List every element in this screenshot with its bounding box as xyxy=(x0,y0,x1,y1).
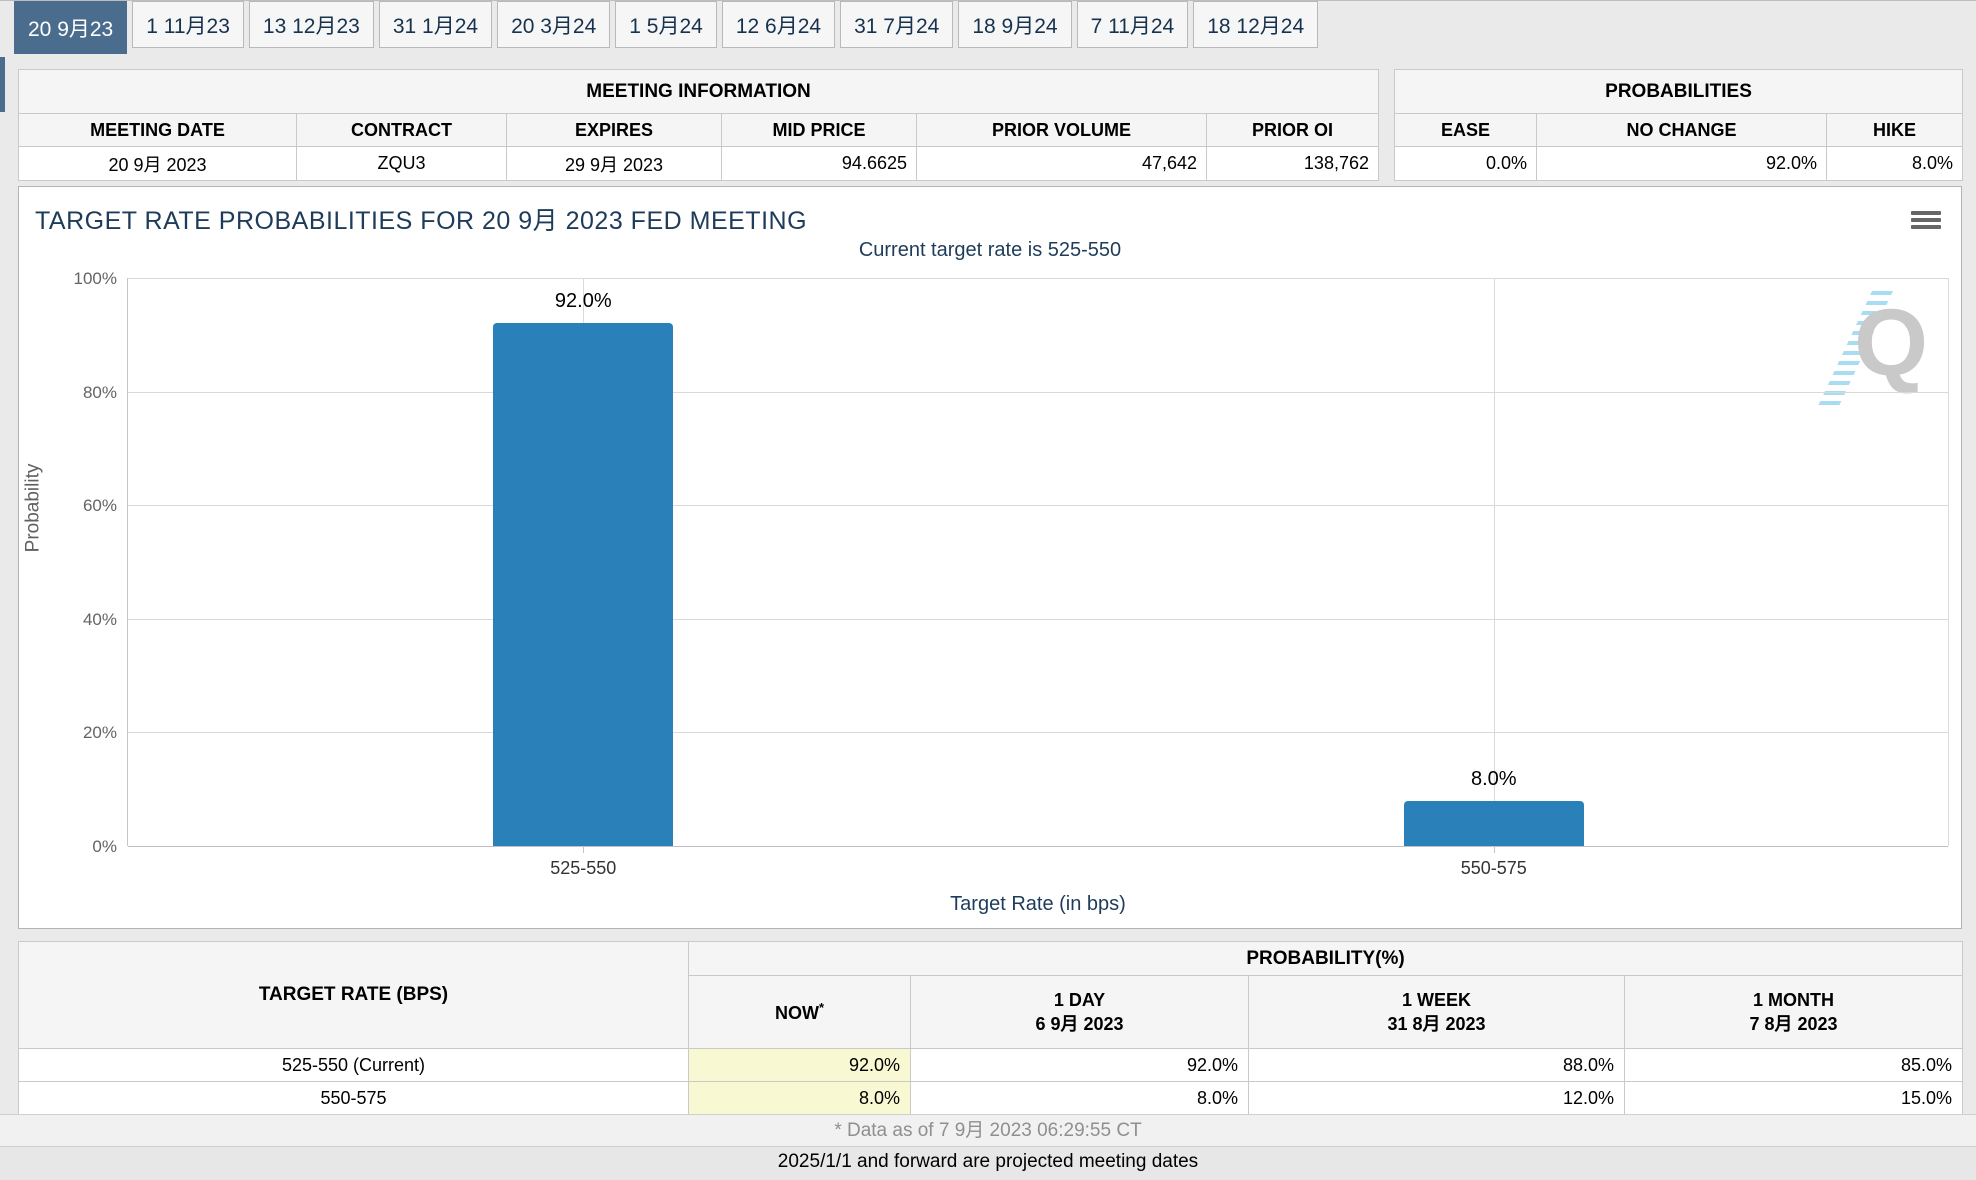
col-hike: HIKE xyxy=(1827,114,1963,147)
bar-value-label-550-575: 8.0% xyxy=(1394,768,1594,791)
y-tick-label-60: 60% xyxy=(47,496,117,516)
x-category-label-525-550: 525-550 xyxy=(473,858,693,879)
probabilities-table: PROBABILITIES EASE NO CHANGE HIKE 0.0% 9… xyxy=(1394,69,1963,181)
tab-meeting-7[interactable]: 12 6月24 xyxy=(722,1,835,48)
now-value: 8.0% xyxy=(689,1082,911,1115)
no-change-value: 92.0% xyxy=(1537,147,1827,181)
hike-value: 8.0% xyxy=(1827,147,1963,181)
col-1-day: 1 DAY6 9月 2023 xyxy=(911,976,1249,1049)
row-header-target-rate-bps: TARGET RATE (BPS) xyxy=(19,942,689,1049)
one-day-value: 92.0% xyxy=(911,1049,1249,1082)
gridline-y-100 xyxy=(128,278,1948,279)
gridline-y-0 xyxy=(128,846,1948,847)
gridline-x-1 xyxy=(1494,278,1495,846)
probability-history-table: TARGET RATE (BPS) PROBABILITY(%) NOW* 1 … xyxy=(18,941,1963,1115)
gridline-plot-right xyxy=(1948,278,1949,846)
y-axis-title: Probability xyxy=(22,464,44,553)
x-tick-1 xyxy=(1494,846,1495,853)
tab-meeting-3[interactable]: 13 12月23 xyxy=(249,1,374,48)
left-edge-accent-top xyxy=(0,57,5,112)
tab-meeting-11[interactable]: 18 12月24 xyxy=(1193,1,1318,48)
bar-550-575[interactable] xyxy=(1404,801,1584,846)
col-expires: EXPIRES xyxy=(507,114,722,147)
ease-value: 0.0% xyxy=(1395,147,1537,181)
mid-price-value: 94.6625 xyxy=(722,147,917,181)
group-header-probability: PROBABILITY(%) xyxy=(689,942,1963,976)
tab-meeting-5[interactable]: 20 3月24 xyxy=(497,1,610,48)
bar-525-550[interactable] xyxy=(493,323,673,846)
meeting-date-tabbar: 20 9月231 11月2313 12月2331 1月2420 3月241 5月… xyxy=(0,0,1976,62)
tab-meeting-6[interactable]: 1 5月24 xyxy=(615,1,717,48)
rate-label: 525-550 (Current) xyxy=(19,1049,689,1082)
one-week-value: 12.0% xyxy=(1249,1082,1625,1115)
data-as-of-note: * Data as of 7 9月 2023 06:29:55 CT xyxy=(0,1114,1976,1147)
tab-meeting-8[interactable]: 31 7月24 xyxy=(840,1,953,48)
rate-label: 550-575 xyxy=(19,1082,689,1115)
tab-meeting-10[interactable]: 7 11月24 xyxy=(1077,1,1189,48)
meeting-date-value: 20 9月 2023 xyxy=(19,147,297,181)
x-tick-0 xyxy=(583,846,584,853)
probabilities-title: PROBABILITIES xyxy=(1395,70,1963,114)
projected-dates-note: 2025/1/1 and forward are projected meeti… xyxy=(0,1147,1976,1180)
x-category-label-550-575: 550-575 xyxy=(1384,858,1604,879)
y-tick-label-80: 80% xyxy=(47,383,117,403)
col-1-week: 1 WEEK31 8月 2023 xyxy=(1249,976,1625,1049)
x-axis-title: Target Rate (in bps) xyxy=(128,893,1948,916)
tab-meeting-9[interactable]: 18 9月24 xyxy=(958,1,1071,48)
col-ease: EASE xyxy=(1395,114,1537,147)
one-month-value: 85.0% xyxy=(1625,1049,1963,1082)
y-tick-label-100: 100% xyxy=(47,269,117,289)
col-now: NOW* xyxy=(689,976,911,1049)
contract-value: ZQU3 xyxy=(297,147,507,181)
gridline-y-40 xyxy=(128,619,1948,620)
bar-value-label-525-550: 92.0% xyxy=(483,290,683,313)
now-asterisk: * xyxy=(819,1000,824,1015)
gridline-y-80 xyxy=(128,392,1948,393)
col-mid-price: MID PRICE xyxy=(722,114,917,147)
one-month-value: 15.0% xyxy=(1625,1082,1963,1115)
watermark-q-letter: Q xyxy=(1854,296,1928,391)
meeting-information-title: MEETING INFORMATION xyxy=(19,70,1379,114)
y-tick-label-20: 20% xyxy=(47,723,117,743)
meeting-information-table: MEETING INFORMATION MEETING DATE CONTRAC… xyxy=(18,69,1379,181)
col-1-month: 1 MONTH7 8月 2023 xyxy=(1625,976,1963,1049)
chart-export-menu-icon[interactable] xyxy=(1911,211,1941,233)
y-tick-label-0: 0% xyxy=(47,837,117,857)
chart-plot-area: Q Target Rate (in bps) 92.0%525-5508.0%5… xyxy=(127,278,1948,846)
meeting-date-tabs: 20 9月231 11月2313 12月2331 1月2420 3月241 5月… xyxy=(14,1,1976,53)
gridline-y-20 xyxy=(128,732,1948,733)
target-rate-probabilities-chart: TARGET RATE PROBABILITIES FOR 20 9月 2023… xyxy=(18,186,1962,929)
table-row-525-550: 525-550 (Current) 92.0% 92.0% 88.0% 85.0… xyxy=(19,1049,1963,1082)
one-week-value: 88.0% xyxy=(1249,1049,1625,1082)
y-tick-label-40: 40% xyxy=(47,610,117,630)
col-meeting-date: MEETING DATE xyxy=(19,114,297,147)
chart-title: TARGET RATE PROBABILITIES FOR 20 9月 2023… xyxy=(35,201,807,237)
table-row-550-575: 550-575 8.0% 8.0% 12.0% 15.0% xyxy=(19,1082,1963,1115)
col-no-change: NO CHANGE xyxy=(1537,114,1827,147)
expires-value: 29 9月 2023 xyxy=(507,147,722,181)
tab-meeting-1[interactable]: 20 9月23 xyxy=(14,1,127,54)
chart-subtitle: Current target rate is 525-550 xyxy=(19,239,1961,262)
one-day-value: 8.0% xyxy=(911,1082,1249,1115)
tab-meeting-4[interactable]: 31 1月24 xyxy=(379,1,492,48)
now-value: 92.0% xyxy=(689,1049,911,1082)
prior-oi-value: 138,762 xyxy=(1207,147,1379,181)
prior-volume-value: 47,642 xyxy=(917,147,1207,181)
col-prior-oi: PRIOR OI xyxy=(1207,114,1379,147)
col-prior-volume: PRIOR VOLUME xyxy=(917,114,1207,147)
tab-meeting-2[interactable]: 1 11月23 xyxy=(132,1,244,48)
col-contract: CONTRACT xyxy=(297,114,507,147)
gridline-y-60 xyxy=(128,505,1948,506)
